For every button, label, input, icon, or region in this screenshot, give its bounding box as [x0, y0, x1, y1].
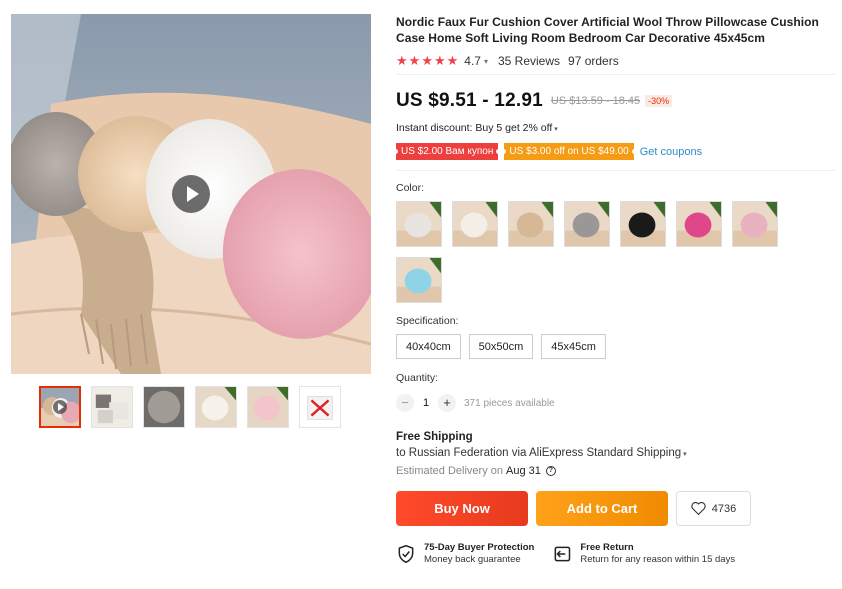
- quantity-stepper: − 1 + 371 pieces available: [396, 393, 836, 413]
- star-icon: ★: [408, 53, 421, 68]
- specification-label: Specification:: [396, 315, 459, 327]
- price-row: US $9.51 - 12.91 US $13.59 - 18.45 -30%: [396, 89, 836, 113]
- color-swatch-black[interactable]: [620, 201, 666, 247]
- wishlist-count: 4736: [711, 502, 737, 515]
- chevron-down-icon: ▾: [683, 451, 687, 458]
- thumbnail-2[interactable]: [91, 386, 133, 428]
- guarantee-subtitle: Money back guarantee: [424, 554, 521, 565]
- rating-row: ★ ★ ★ ★ ★ 4.7 ▾ 35 Reviews 97 orders: [396, 53, 836, 69]
- quantity-value[interactable]: 1: [414, 397, 438, 409]
- get-coupons-link[interactable]: Get coupons: [640, 146, 702, 158]
- star-icon: ★: [446, 53, 459, 68]
- color-swatch-ivory[interactable]: [452, 201, 498, 247]
- add-to-cart-button[interactable]: Add to Cart: [536, 491, 668, 526]
- wishlist-button[interactable]: 4736: [676, 491, 751, 526]
- chevron-down-icon: ▾: [554, 126, 558, 133]
- buy-now-button[interactable]: Buy Now: [396, 491, 528, 526]
- return-icon: [552, 544, 572, 564]
- discount-badge: -30%: [645, 95, 673, 107]
- thumbnail-strip: [39, 386, 341, 428]
- increase-quantity-button[interactable]: +: [438, 394, 456, 412]
- thumbnail-3[interactable]: [143, 386, 185, 428]
- coupon-row: US $2.00 Вам купон US $3.00 off on US $4…: [392, 143, 836, 160]
- star-icon: ★: [421, 53, 433, 68]
- divider: [396, 74, 836, 75]
- specification-options: 40x40cm 50x50cm 45x45cm: [396, 334, 836, 359]
- thumbnail-video[interactable]: [39, 386, 81, 428]
- purchase-actions: Buy Now Add to Cart 4736: [396, 491, 836, 526]
- thumbnail-size-chart[interactable]: [299, 386, 341, 428]
- delivery-prefix: Estimated Delivery on: [396, 465, 503, 477]
- stock-available: 371 pieces available: [464, 397, 555, 409]
- color-swatch-sky-blue[interactable]: [396, 257, 442, 303]
- spec-option[interactable]: 50x50cm: [468, 334, 534, 359]
- divider: [396, 170, 836, 171]
- color-label: Color:: [396, 182, 425, 194]
- star-icon: ★: [433, 53, 446, 68]
- color-swatch-rose-red[interactable]: [676, 201, 722, 247]
- current-price: US $9.51 - 12.91: [396, 90, 543, 111]
- shield-check-icon: [396, 544, 416, 564]
- color-swatch-camel[interactable]: [508, 201, 554, 247]
- spec-option[interactable]: 40x40cm: [396, 334, 461, 359]
- decrease-quantity-button[interactable]: −: [396, 394, 414, 412]
- thumbnail-4[interactable]: [195, 386, 237, 428]
- guarantee-title: 75-Day Buyer Protection: [424, 542, 535, 553]
- play-video-button[interactable]: [172, 175, 210, 213]
- shipping-destination[interactable]: to Russian Federation via AliExpress Sta…: [396, 447, 836, 459]
- coupon-badge[interactable]: US $2.00 Вам купон: [392, 143, 502, 160]
- quantity-label: Quantity:: [396, 372, 439, 384]
- color-swatch-grey[interactable]: [564, 201, 610, 247]
- estimated-delivery: Estimated Delivery on Aug 31 ?: [396, 465, 836, 477]
- coupon-badge[interactable]: US $3.00 off on US $49.00: [501, 143, 638, 160]
- star-icon: ★: [396, 53, 408, 68]
- product-title: Nordic Faux Fur Cushion Cover Artificial…: [396, 15, 819, 45]
- spec-option[interactable]: 45x45cm: [541, 334, 606, 359]
- main-product-image[interactable]: [11, 14, 371, 374]
- instant-discount[interactable]: Instant discount: Buy 5 get 2% off ▾: [396, 122, 836, 134]
- guarantees: 75-Day Buyer Protection Money back guara…: [396, 542, 836, 566]
- shipping-title: Free Shipping: [396, 431, 473, 443]
- shipping-destination-text: to Russian Federation via AliExpress Sta…: [396, 447, 682, 459]
- star-rating: ★ ★ ★ ★ ★: [396, 54, 458, 68]
- orders-count: 97 orders: [568, 54, 619, 68]
- delivery-date: Aug 31: [506, 465, 541, 477]
- instant-discount-text: Instant discount: Buy 5 get 2% off: [396, 122, 553, 134]
- guarantee-title: Free Return: [580, 542, 634, 553]
- chevron-down-icon[interactable]: ▾: [484, 57, 488, 66]
- heart-icon: [691, 502, 706, 515]
- original-price: US $13.59 - 18.45: [550, 95, 641, 107]
- reviews-link[interactable]: 35 Reviews: [498, 54, 560, 68]
- help-icon[interactable]: ?: [545, 466, 556, 476]
- thumbnail-5[interactable]: [247, 386, 289, 428]
- play-icon: [53, 400, 67, 414]
- product-info: Nordic Faux Fur Cushion Cover Artificial…: [392, 14, 836, 566]
- buyer-protection[interactable]: 75-Day Buyer Protection Money back guara…: [396, 542, 534, 566]
- guarantee-subtitle: Return for any reason within 15 days: [580, 554, 736, 565]
- color-swatch-light-pink[interactable]: [732, 201, 778, 247]
- color-swatches: [396, 201, 786, 303]
- color-swatch-light-grey[interactable]: [396, 201, 442, 247]
- rating-score[interactable]: 4.7: [464, 54, 481, 68]
- free-return[interactable]: Free Return Return for any reason within…: [552, 542, 735, 566]
